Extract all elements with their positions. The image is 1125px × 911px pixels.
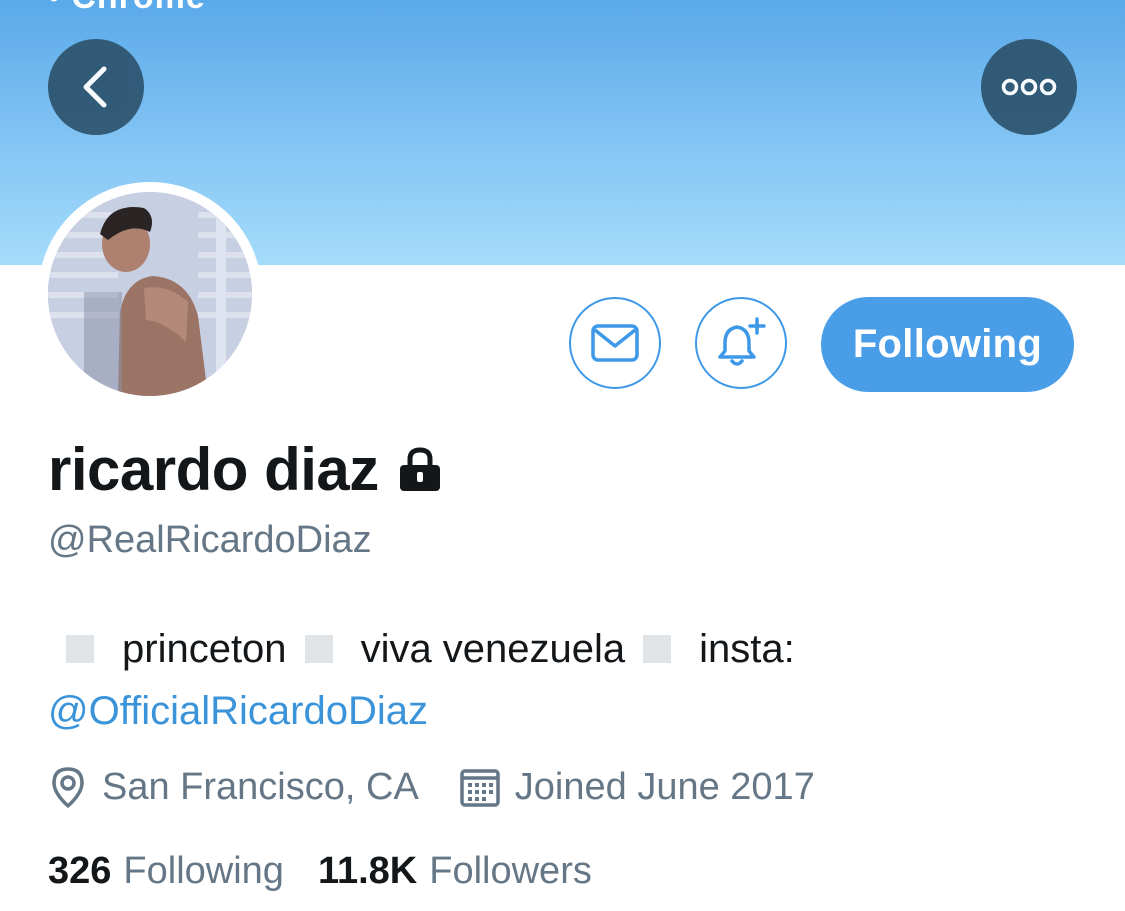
location-pin-icon xyxy=(52,767,84,808)
envelope-icon xyxy=(591,324,639,362)
ellipsis-icon xyxy=(1001,78,1057,96)
notifications-button[interactable] xyxy=(695,297,787,389)
message-button[interactable] xyxy=(569,297,661,389)
emoji-placeholder xyxy=(643,635,672,663)
bio-text: viva venezuela xyxy=(360,627,626,671)
profile-meta: San Francisco, CA Joined June 2017 xyxy=(48,762,815,812)
joined-text: Joined June 2017 xyxy=(514,765,815,808)
location-text: San Francisco, CA xyxy=(102,765,419,808)
display-name: ricardo diaz xyxy=(48,435,379,503)
location-item: San Francisco, CA xyxy=(48,766,419,809)
followers-stat[interactable]: 11.8K Followers xyxy=(318,850,592,893)
avatar-frame[interactable] xyxy=(38,182,262,406)
name-row: ricardo diaz xyxy=(48,435,443,503)
bio-text: princeton xyxy=(122,627,287,671)
more-options-button[interactable] xyxy=(981,39,1077,135)
profile-handle: @RealRicardoDiaz xyxy=(48,519,372,561)
chevron-left-icon xyxy=(83,66,107,108)
avatar[interactable] xyxy=(48,192,252,396)
bio-line: princeton viva venezuela insta: xyxy=(48,618,1088,680)
followers-label: Followers xyxy=(429,849,592,892)
profile-bio: princeton viva venezuela insta: @Officia… xyxy=(48,618,1088,742)
calendar-icon xyxy=(460,769,500,807)
followers-count: 11.8K xyxy=(317,849,418,892)
bio-text: insta: xyxy=(699,627,795,671)
joined-item: Joined June 2017 xyxy=(459,766,815,809)
following-label: Following xyxy=(123,849,284,892)
following-count: 326 xyxy=(48,849,112,892)
follow-stats: 326 Following 11.8K Followers xyxy=(48,846,592,896)
profile-photo xyxy=(48,192,252,396)
lock-icon xyxy=(397,446,443,492)
back-button[interactable] xyxy=(48,39,144,135)
following-stat[interactable]: 326 Following xyxy=(48,850,284,893)
emoji-placeholder xyxy=(66,635,94,663)
status-bar-text: • Chrome xyxy=(48,0,206,17)
emoji-placeholder xyxy=(304,635,333,663)
instagram-link[interactable]: @OfficialRicardoDiaz xyxy=(48,680,428,742)
bio-line: @OfficialRicardoDiaz xyxy=(48,680,1088,742)
bell-plus-icon xyxy=(718,317,766,366)
following-button[interactable]: Following xyxy=(821,297,1074,392)
